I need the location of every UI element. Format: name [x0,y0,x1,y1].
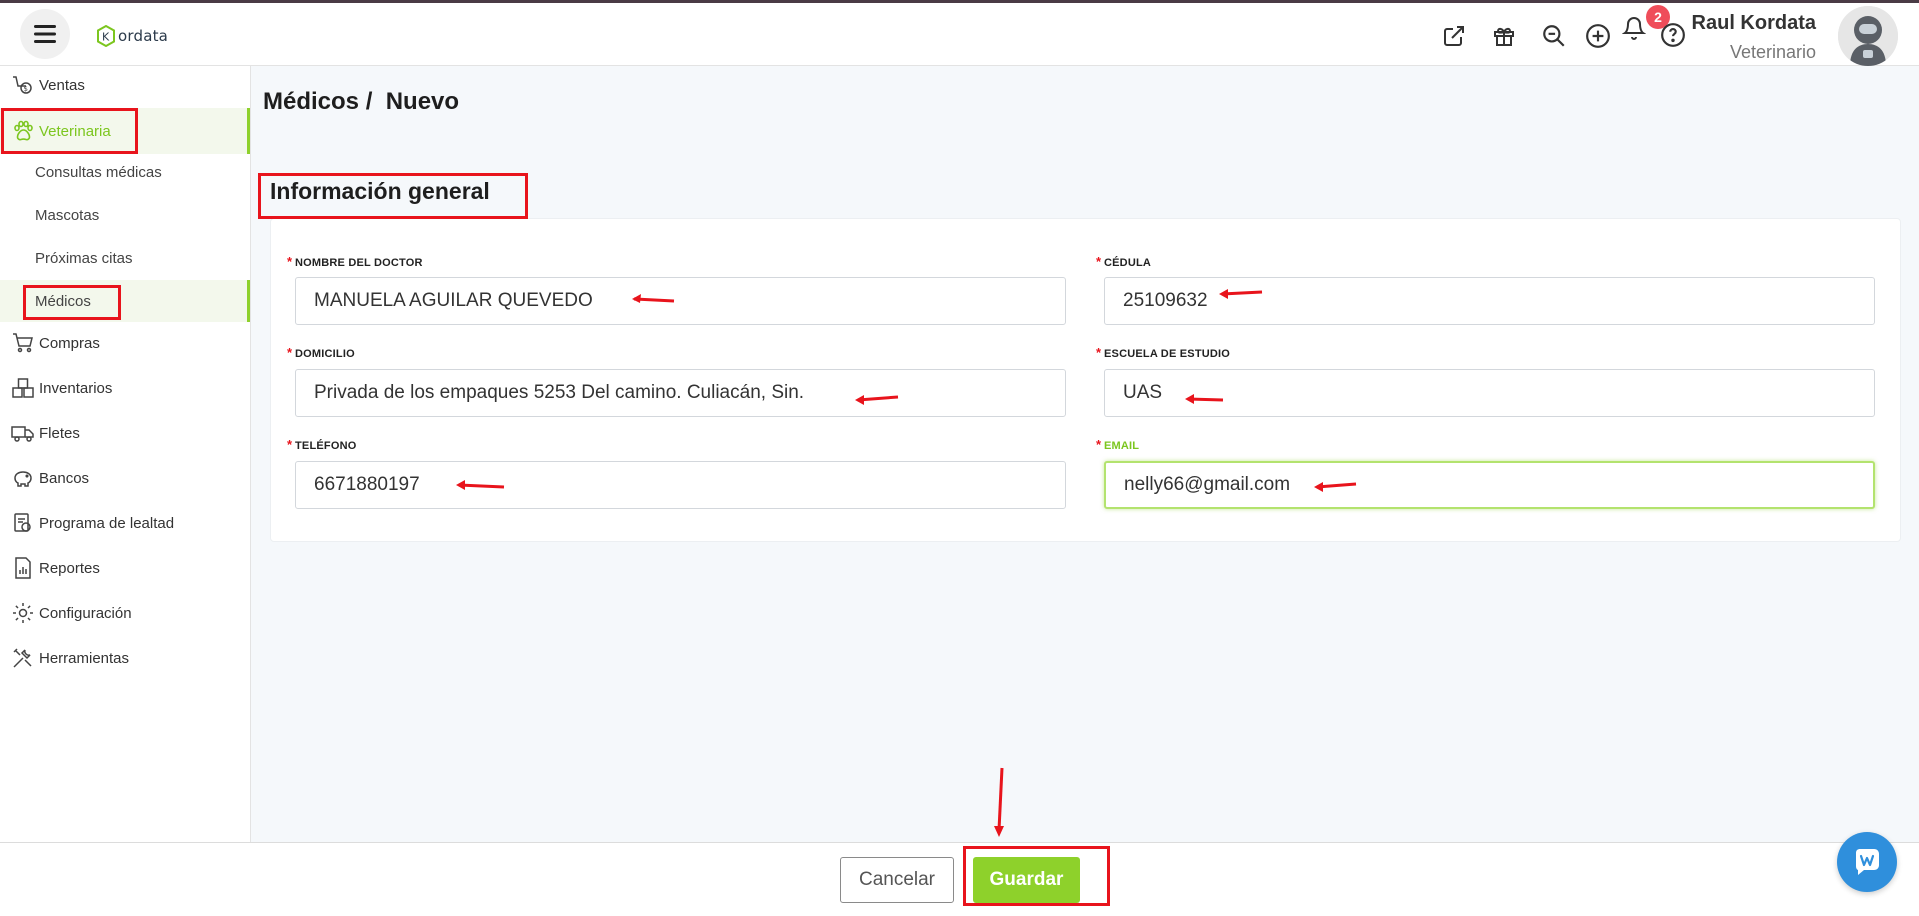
sidebar-item-veterinaria[interactable]: Veterinaria [0,108,250,154]
phone-input[interactable]: 6671880197 [295,461,1066,509]
plus-circle-icon [1586,24,1610,48]
save-button[interactable]: Guardar [973,857,1080,903]
user-role: Veterinario [1729,42,1816,62]
email-label: * EMAIL [1096,437,1140,452]
question-circle-icon [1661,23,1685,47]
chat-bubble-icon [1856,849,1879,875]
gift-button[interactable] [1489,21,1519,51]
external-link-icon [1444,26,1464,46]
required-asterisk: * [1096,345,1102,360]
sidebar-item-label: Inventarios [39,379,113,397]
hamburger-menu-button[interactable] [20,9,70,59]
user-name: Raul Kordata [1691,12,1816,34]
logo-text: ordata [118,27,169,45]
cart-icon [9,329,37,357]
help-button[interactable] [1658,20,1688,50]
sidebar-item-label: Reportes [39,559,100,577]
gift-icon [1494,27,1514,46]
address-input[interactable]: Privada de los empaques 5253 Del camino.… [295,369,1066,417]
sidebar-item-bancos[interactable]: Bancos [0,458,250,498]
breadcrumb: Médicos / Nuevo [263,88,460,115]
cedula-label: * CÉDULA [1096,254,1152,269]
doctor-name-input[interactable]: MANUELA AGUILAR QUEVEDO [295,277,1066,325]
cedula-input[interactable]: 25109632 [1104,277,1875,325]
required-asterisk: * [1096,254,1102,269]
bell-icon [1622,17,1646,40]
svg-text:K: K [102,31,110,44]
sidebar-item-inventarios[interactable]: Inventarios [0,368,250,408]
truck-icon [9,419,37,447]
add-button[interactable] [1583,21,1613,51]
sidebar-item-label: Ventas [39,76,85,94]
sidebar-item-configuracion[interactable]: Configuración [0,593,250,633]
kordata-logo[interactable]: K ordata [96,25,168,47]
doctor-name-label: * NOMBRE DEL DOCTOR [287,254,423,269]
boxes-icon [9,374,37,402]
sidebar-item-label: Programa de lealtad [39,514,175,532]
sidebar-subitem-mascotas[interactable]: Mascotas [0,194,250,236]
paw-icon [9,117,37,145]
sales-icon: $ [9,71,37,99]
astronaut-avatar-icon [1838,6,1898,66]
sidebar-item-programa-lealtad[interactable]: Programa de lealtad [0,503,250,543]
sidebar-item-fletes[interactable]: Fletes [0,413,250,453]
notifications-button[interactable] [1619,13,1649,43]
tools-icon [9,644,37,672]
phone-label: * TELÉFONO [287,437,357,452]
required-asterisk: * [287,345,293,360]
report-icon [9,554,37,582]
sidebar-subitem-proximas-citas[interactable]: Próximas citas [0,237,250,279]
section-title: Información general [270,178,490,204]
sidebar-item-label: Veterinaria [39,122,111,140]
sidebar-item-label: Herramientas [39,649,130,667]
required-asterisk: * [287,437,293,452]
sidebar-subitem-consultas[interactable]: Consultas médicas [0,151,250,193]
sidebar-item-herramientas[interactable]: Herramientas [0,638,250,678]
sidebar-item-compras[interactable]: Compras [0,323,250,363]
school-input[interactable]: UAS [1104,369,1875,417]
gear-icon [9,599,37,627]
loyalty-icon [9,509,37,537]
sidebar-item-label: Configuración [39,604,132,622]
sidebar-item-ventas[interactable]: $ Ventas [0,65,250,105]
cancel-button[interactable]: Cancelar [840,857,954,903]
sidebar-item-label: Bancos [39,469,90,487]
user-avatar[interactable] [1838,6,1898,66]
required-asterisk: * [287,254,293,269]
required-asterisk: * [1096,437,1102,452]
sidebar-subitem-medicos[interactable]: Médicos [0,280,250,322]
sidebar-item-label: Fletes [39,424,80,442]
sidebar-item-reportes[interactable]: Reportes [0,548,250,588]
external-link-button[interactable] [1439,21,1469,51]
logo-k-icon: K [97,25,115,47]
chat-widget-button[interactable] [1837,832,1897,892]
address-label: * DOMICILIO [287,345,355,360]
piggy-bank-icon [9,464,37,492]
form-footer [0,842,1919,916]
hamburger-icon [34,25,56,43]
top-header: K ordata 2 Raul Kordata Veterinario [0,3,1919,66]
svg-text:$: $ [24,85,28,93]
search-zoom-icon [1543,25,1565,47]
sidebar-item-label: Compras [39,334,100,352]
email-input[interactable]: nelly66@gmail.com [1104,461,1875,509]
school-label: * ESCUELA DE ESTUDIO [1096,345,1231,360]
search-button[interactable] [1539,21,1569,51]
